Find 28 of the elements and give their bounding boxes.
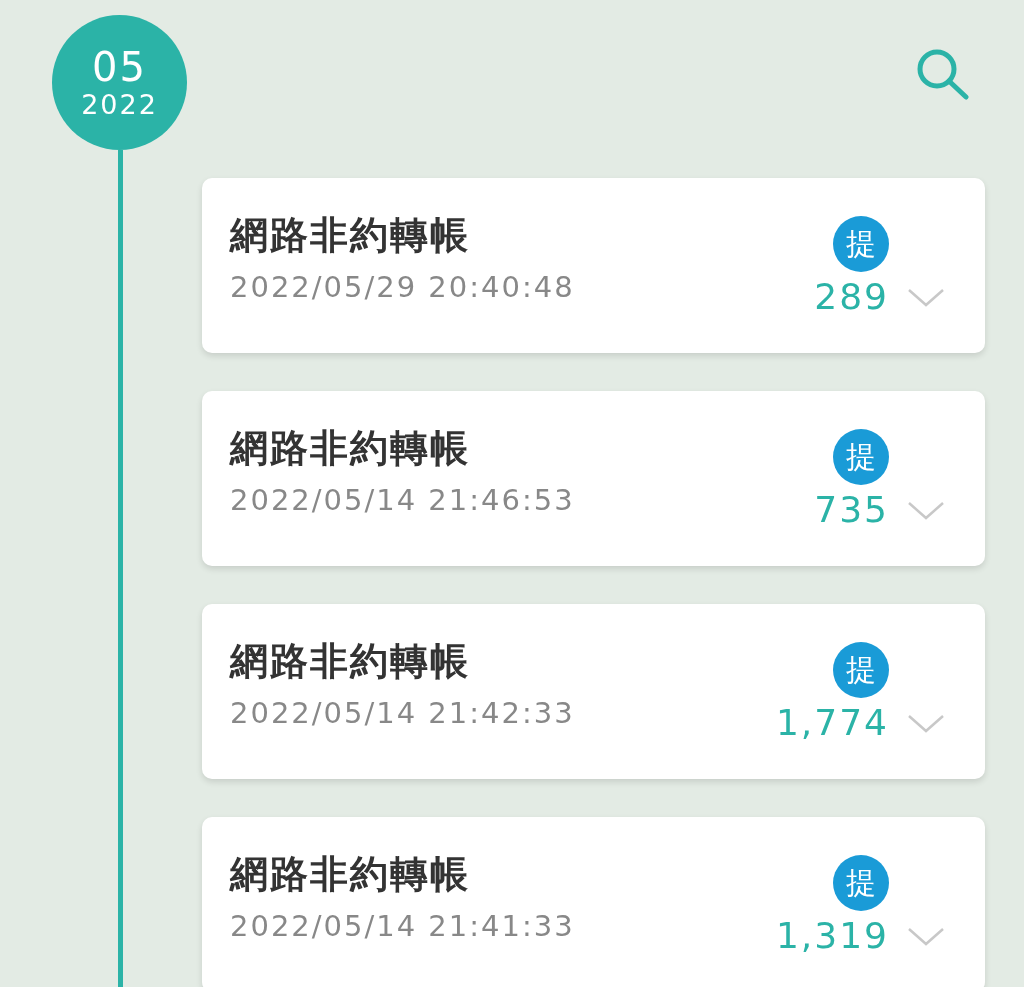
transaction-card[interactable]: 網路非約轉帳 2022/05/29 20:40:48 提 289 [202, 178, 985, 353]
search-button[interactable] [915, 48, 971, 100]
type-badge: 提 [833, 429, 889, 485]
type-badge: 提 [833, 855, 889, 911]
type-badge: 提 [833, 642, 889, 698]
transaction-amount: 1,319 [775, 915, 889, 956]
transaction-card[interactable]: 網路非約轉帳 2022/05/14 21:41:33 提 1,319 [202, 817, 985, 987]
transaction-datetime: 2022/05/14 21:42:33 [230, 696, 575, 730]
search-icon [915, 48, 971, 100]
transaction-title: 網路非約轉帳 [230, 638, 471, 685]
transaction-amount: 735 [814, 489, 889, 530]
transaction-amount: 1,774 [775, 702, 889, 743]
chevron-icon[interactable] [907, 925, 945, 946]
year-label: 2022 [81, 88, 158, 121]
transaction-datetime: 2022/05/14 21:46:53 [230, 483, 575, 517]
transaction-title: 網路非約轉帳 [230, 425, 471, 472]
transaction-amount: 289 [814, 276, 889, 317]
chevron-icon[interactable] [907, 712, 945, 733]
transaction-title: 網路非約轉帳 [230, 851, 471, 898]
transaction-datetime: 2022/05/29 20:40:48 [230, 270, 575, 304]
type-badge: 提 [833, 216, 889, 272]
transaction-card[interactable]: 網路非約轉帳 2022/05/14 21:46:53 提 735 [202, 391, 985, 566]
chevron-icon[interactable] [907, 286, 945, 307]
month-label: 05 [92, 44, 147, 89]
transaction-title: 網路非約轉帳 [230, 212, 471, 259]
chevron-icon[interactable] [907, 499, 945, 520]
transaction-card[interactable]: 網路非約轉帳 2022/05/14 21:42:33 提 1,774 [202, 604, 985, 779]
transaction-datetime: 2022/05/14 21:41:33 [230, 909, 575, 943]
